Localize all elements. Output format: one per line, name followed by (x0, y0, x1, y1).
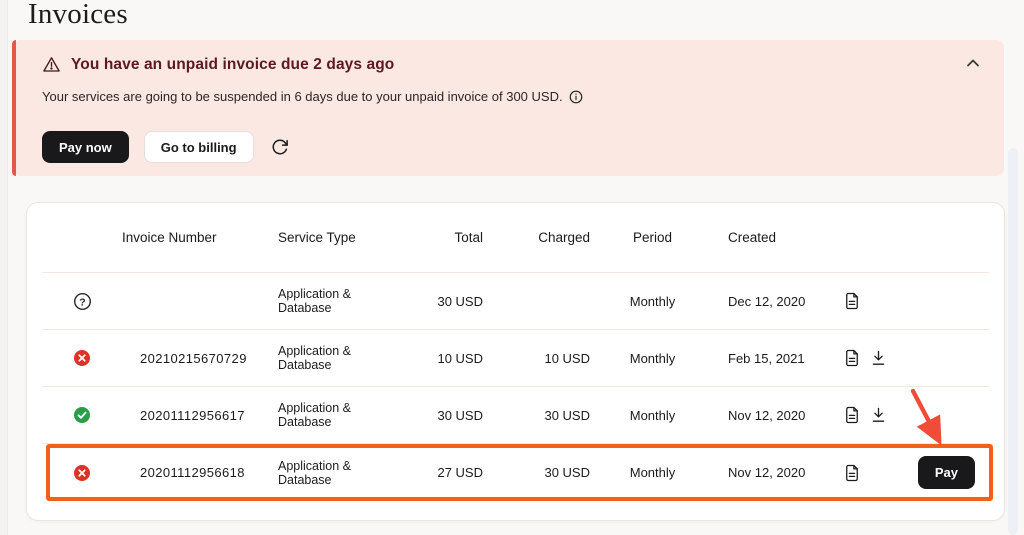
unpaid-invoice-banner: You have an unpaid invoice due 2 days ag… (12, 40, 1004, 176)
charged-cell: 30 USD (483, 465, 590, 480)
banner-body-text: Your services are going to be suspended … (42, 89, 563, 104)
total-cell: 10 USD (398, 351, 483, 366)
svg-text:?: ? (79, 297, 85, 308)
total-cell: 27 USD (398, 465, 483, 480)
period-cell: Monthly (590, 294, 715, 309)
created-cell: Feb 15, 2021 (715, 351, 830, 366)
status-paid-icon (74, 407, 90, 423)
document-icon (844, 406, 860, 424)
banner-collapse-button[interactable] (962, 52, 984, 74)
invoice-download-button[interactable] (871, 350, 886, 366)
invoice-number-cell: 20210215670729 (122, 351, 268, 366)
status-failed-icon (74, 350, 90, 366)
status-cell: ? (42, 350, 122, 366)
actions-cell (830, 464, 905, 482)
service-type-cell: Application & Database (268, 459, 398, 487)
table-row: ? 20210215670729 Application & Database … (42, 330, 989, 387)
go-to-billing-button[interactable]: Go to billing (144, 131, 254, 163)
banner-accent-stripe (12, 40, 16, 176)
table-header-row: Invoice Number Service Type Total Charge… (42, 203, 989, 273)
charged-cell: 30 USD (483, 408, 590, 423)
actions-cell (830, 349, 905, 367)
created-cell: Nov 12, 2020 (715, 465, 830, 480)
invoice-view-button[interactable] (844, 292, 860, 310)
table-row: ? 20201112956617 Application & Database … (42, 387, 989, 444)
refresh-icon (271, 138, 289, 156)
actions-cell (830, 406, 905, 424)
invoices-card: Invoice Number Service Type Total Charge… (26, 202, 1005, 521)
vertical-scrollbar[interactable] (1008, 148, 1018, 535)
download-icon (871, 350, 886, 366)
charged-cell: 10 USD (483, 351, 590, 366)
header-period: Period (590, 230, 715, 245)
document-icon (844, 292, 860, 310)
header-created: Created (715, 230, 830, 245)
status-failed-icon (74, 465, 90, 481)
status-cell: ? (42, 407, 122, 423)
status-cell: ? (42, 292, 122, 311)
pay-button[interactable]: Pay (918, 456, 975, 489)
period-cell: Monthly (590, 408, 715, 423)
service-type-cell: Application & Database (268, 401, 398, 429)
info-icon[interactable] (569, 90, 583, 104)
warning-triangle-icon (42, 55, 61, 74)
period-cell: Monthly (590, 465, 715, 480)
pay-now-button[interactable]: Pay now (42, 131, 129, 163)
page-left-gutter (0, 0, 8, 535)
banner-title: You have an unpaid invoice due 2 days ag… (71, 56, 394, 74)
invoice-view-button[interactable] (844, 406, 860, 424)
header-charged: Charged (483, 230, 590, 245)
download-icon (871, 407, 886, 423)
invoice-view-button[interactable] (844, 464, 860, 482)
header-invoice-number: Invoice Number (122, 230, 268, 245)
invoice-view-button[interactable] (844, 349, 860, 367)
total-cell: 30 USD (398, 408, 483, 423)
chevron-up-icon (967, 59, 979, 67)
document-icon (844, 464, 860, 482)
created-cell: Dec 12, 2020 (715, 294, 830, 309)
header-total: Total (398, 230, 483, 245)
table-body: ? Application & Database 30 USD Monthly … (42, 273, 989, 501)
total-cell: 30 USD (398, 294, 483, 309)
table-row: ? 20201112956618 Application & Database … (42, 444, 989, 501)
document-icon (844, 349, 860, 367)
refresh-button[interactable] (269, 136, 291, 158)
period-cell: Monthly (590, 351, 715, 366)
header-service-type: Service Type (268, 230, 398, 245)
service-type-cell: Application & Database (268, 287, 398, 315)
table-row: ? Application & Database 30 USD Monthly … (42, 273, 989, 330)
invoice-download-button[interactable] (871, 407, 886, 423)
invoice-number-cell: 20201112956617 (122, 408, 268, 423)
created-cell: Nov 12, 2020 (715, 408, 830, 423)
pay-cell: Pay (905, 456, 989, 489)
service-type-cell: Application & Database (268, 344, 398, 372)
actions-cell (830, 292, 905, 310)
invoice-number-cell: 20201112956618 (122, 465, 268, 480)
status-unknown-icon: ? (73, 292, 92, 311)
page-title: Invoices (28, 0, 128, 31)
status-cell: ? (42, 465, 122, 481)
